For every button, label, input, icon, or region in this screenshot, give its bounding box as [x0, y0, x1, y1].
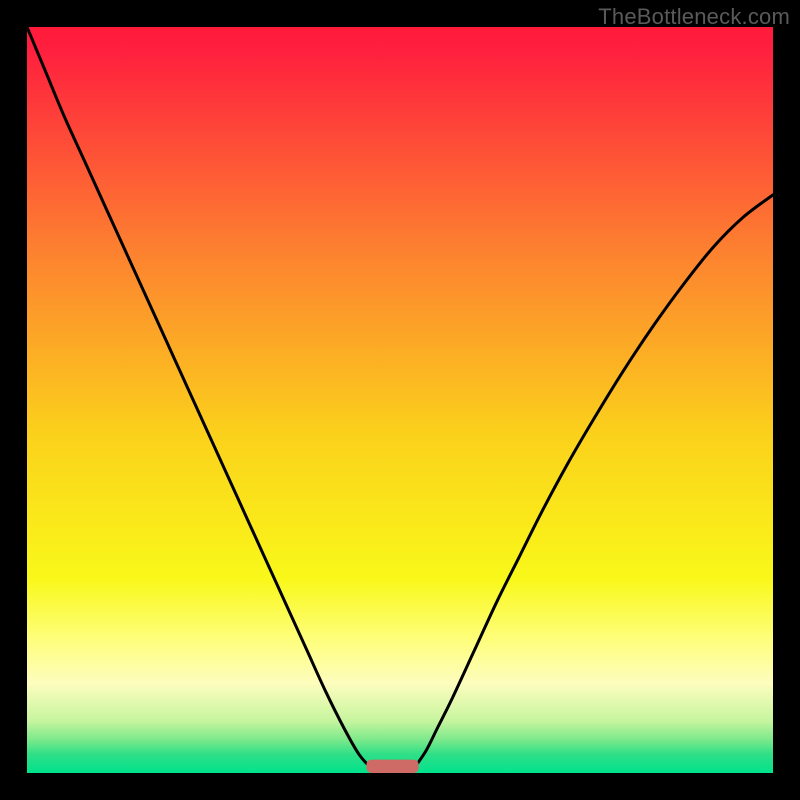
min-marker — [366, 760, 418, 773]
chart-plot-area — [27, 27, 773, 773]
gradient-background — [27, 27, 773, 773]
chart-frame: TheBottleneck.com — [0, 0, 800, 800]
chart-svg — [27, 27, 773, 773]
